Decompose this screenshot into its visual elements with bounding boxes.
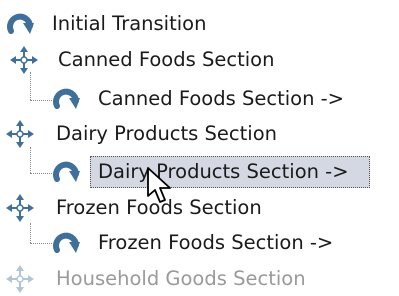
move-state-icon — [10, 46, 38, 74]
state-tree: Initial Transition Canned Foods Section … — [0, 0, 399, 295]
tree-item-label: Household Goods Section — [56, 267, 306, 290]
tree-item-frozen-foods-section[interactable]: Frozen Foods Section — [0, 191, 399, 225]
tree-item-initial-transition[interactable]: Initial Transition — [0, 7, 399, 41]
tree-item-label: Canned Foods Section -> — [98, 87, 344, 110]
move-state-icon — [6, 194, 34, 222]
tree-item-frozen-foods-transition[interactable]: Frozen Foods Section -> — [0, 226, 399, 260]
transition-arrow-icon — [52, 84, 82, 114]
transition-arrow-icon — [52, 228, 82, 258]
tree-item-label: Dairy Products Section — [56, 122, 277, 145]
tree-item-dairy-products-transition[interactable]: Dairy Products Section -> — [0, 155, 399, 189]
move-state-icon — [6, 265, 34, 293]
mouse-cursor-icon — [146, 166, 176, 206]
tree-item-label: Initial Transition — [52, 12, 207, 35]
tree-item-canned-foods-section[interactable]: Canned Foods Section — [0, 43, 399, 77]
tree-item-label: Frozen Foods Section -> — [98, 231, 334, 254]
tree-item-label: Dairy Products Section -> — [98, 160, 349, 183]
transition-arrow-icon — [52, 157, 82, 187]
transition-arrow-icon — [6, 9, 36, 39]
tree-item-dairy-products-section[interactable]: Dairy Products Section — [0, 117, 399, 151]
tree-item-canned-foods-transition[interactable]: Canned Foods Section -> — [0, 82, 399, 116]
tree-item-label: Canned Foods Section — [58, 48, 275, 71]
move-state-icon — [6, 120, 34, 148]
tree-item-household-goods-section[interactable]: Household Goods Section — [0, 262, 399, 296]
